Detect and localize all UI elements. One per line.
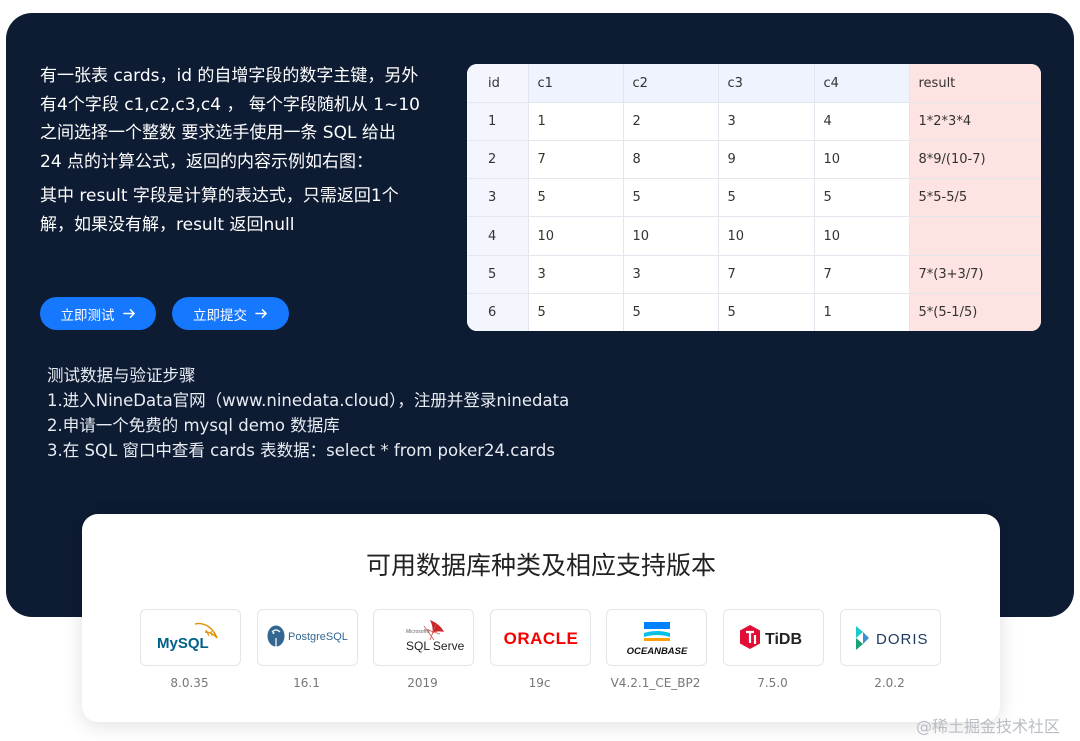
cell-result: 5*(5-1/5) xyxy=(909,293,1041,331)
arrow-right-icon xyxy=(255,309,267,318)
mysql-version: 8.0.35 xyxy=(170,676,209,690)
cell-c2: 8 xyxy=(623,140,719,180)
column-header-c2: c2 xyxy=(623,64,719,103)
test-steps: 测试数据与验证步骤 1.进入NineData官网（www.ninedata.cl… xyxy=(47,363,569,463)
cell-c4: 7 xyxy=(814,255,910,294)
cell-id: 4 xyxy=(467,216,529,256)
column-header-c4: c4 xyxy=(814,64,910,103)
sqlserver-logo-text: SQL Server xyxy=(406,639,464,653)
tidb-logo-text: TiDB xyxy=(765,631,802,648)
cell-c1: 3 xyxy=(528,255,624,294)
tidb-logo: TiDB xyxy=(723,609,824,666)
test-now-button[interactable]: 立即测试 xyxy=(40,297,156,330)
submit-now-button[interactable]: 立即提交 xyxy=(172,297,289,330)
steps-title: 测试数据与验证步骤 xyxy=(47,366,196,385)
cell-result: 1*2*3*4 xyxy=(909,102,1041,142)
oceanbase-version: V4.2.1_CE_BP2 xyxy=(610,676,701,690)
sqlserver-version: 2019 xyxy=(407,676,438,690)
table-row: 2 7 8 9 10 8*9/(10-7) xyxy=(467,140,1041,180)
watermark: @稀土掘金技术社区 xyxy=(916,717,1061,736)
cell-c1: 1 xyxy=(528,102,624,142)
oceanbase-logo-text: OCEANBASE xyxy=(626,646,687,657)
cell-c3: 10 xyxy=(718,216,815,256)
step-item: 1.进入NineData官网（www.ninedata.cloud），注册并登录… xyxy=(47,391,570,410)
table-row: 3 5 5 5 5 5*5-5/5 xyxy=(467,178,1041,218)
challenge-description: 有一张表 cards，id 的自增字段的数字主键，另外有4个字段 c1,c2,c… xyxy=(40,62,420,239)
supported-databases-card: 可用数据库种类及相应支持版本 MySQL 8.0.35 PostgreSQL 1… xyxy=(82,514,1000,722)
oracle-version: 19c xyxy=(528,676,551,690)
cell-c4: 4 xyxy=(814,102,910,142)
cell-c4: 5 xyxy=(814,178,910,218)
cell-c3: 5 xyxy=(718,293,815,331)
description-para-1: 有一张表 cards，id 的自增字段的数字主键，另外有4个字段 c1,c2,c… xyxy=(40,66,420,172)
description-para-2: 其中 result 字段是计算的表达式，只需返回1个解，如果没有解，result… xyxy=(40,186,399,235)
cell-id: 2 xyxy=(467,140,529,180)
cell-c3: 7 xyxy=(718,255,815,294)
table-row: 6 5 5 5 1 5*(5-1/5) xyxy=(467,293,1041,331)
cell-c2: 2 xyxy=(623,102,719,142)
postgresql-logo-text: PostgreSQL xyxy=(288,631,348,643)
cell-id: 6 xyxy=(467,293,529,331)
table-row: 1 1 2 3 4 1*2*3*4 xyxy=(467,102,1041,142)
cell-c4: 10 xyxy=(814,216,910,256)
step-item: 3.在 SQL 窗口中查看 cards 表数据：select * from po… xyxy=(47,441,555,460)
step-item: 2.申请一个免费的 mysql demo 数据库 xyxy=(47,416,340,435)
column-header-result: result xyxy=(909,64,1041,103)
test-now-label: 立即测试 xyxy=(60,307,115,324)
postgresql-version: 16.1 xyxy=(293,676,320,690)
cell-id: 3 xyxy=(467,178,529,218)
mysql-logo: MySQL xyxy=(140,609,241,666)
postgresql-logo: PostgreSQL xyxy=(257,609,358,666)
cell-c2: 5 xyxy=(623,293,719,331)
tidb-version: 7.5.0 xyxy=(757,676,788,690)
svg-text:Microsoft®: Microsoft® xyxy=(406,628,430,635)
cell-c2: 10 xyxy=(623,216,719,256)
cell-c3: 5 xyxy=(718,178,815,218)
doris-logo-text: DORIS xyxy=(876,631,929,648)
doris-version: 2.0.2 xyxy=(874,676,905,690)
arrow-right-icon xyxy=(122,309,135,318)
cell-c1: 5 xyxy=(528,178,624,218)
cell-result: 5*5-5/5 xyxy=(909,178,1041,218)
cell-c3: 3 xyxy=(718,102,815,142)
column-header-c1: c1 xyxy=(528,64,624,103)
cell-id: 5 xyxy=(467,255,529,294)
column-header-c3: c3 xyxy=(718,64,815,103)
cell-result xyxy=(909,216,1041,256)
column-header-id: id xyxy=(467,64,529,103)
submit-now-label: 立即提交 xyxy=(193,307,247,324)
cell-id: 1 xyxy=(467,102,529,142)
cell-c2: 3 xyxy=(623,255,719,294)
cell-c4: 10 xyxy=(814,140,910,180)
oceanbase-logo: OCEANBASE xyxy=(606,609,707,666)
mysql-logo-text: MySQL xyxy=(157,635,209,652)
table-header-row: id c1 c2 c3 c4 result xyxy=(467,64,1041,103)
cell-c1: 10 xyxy=(528,216,624,256)
cell-c3: 9 xyxy=(718,140,815,180)
cell-result: 8*9/(10-7) xyxy=(909,140,1041,180)
databases-title: 可用数据库种类及相应支持版本 xyxy=(365,551,716,580)
table-row: 5 3 3 7 7 7*(3+3/7) xyxy=(467,255,1041,294)
example-result-table: id c1 c2 c3 c4 result 1 1 2 3 4 1*2*3*4 … xyxy=(467,64,1041,331)
cell-c2: 5 xyxy=(623,178,719,218)
table-row: 4 10 10 10 10 xyxy=(467,216,1041,256)
oracle-logo: ORACLE xyxy=(490,609,591,666)
cell-c1: 7 xyxy=(528,140,624,180)
cell-result: 7*(3+3/7) xyxy=(909,255,1041,294)
sqlserver-logo: Microsoft® SQL Server xyxy=(373,609,474,666)
doris-logo: DORIS xyxy=(840,609,941,666)
cell-c1: 5 xyxy=(528,293,624,331)
oracle-logo-text: ORACLE xyxy=(503,629,578,648)
cell-c4: 1 xyxy=(814,293,910,331)
